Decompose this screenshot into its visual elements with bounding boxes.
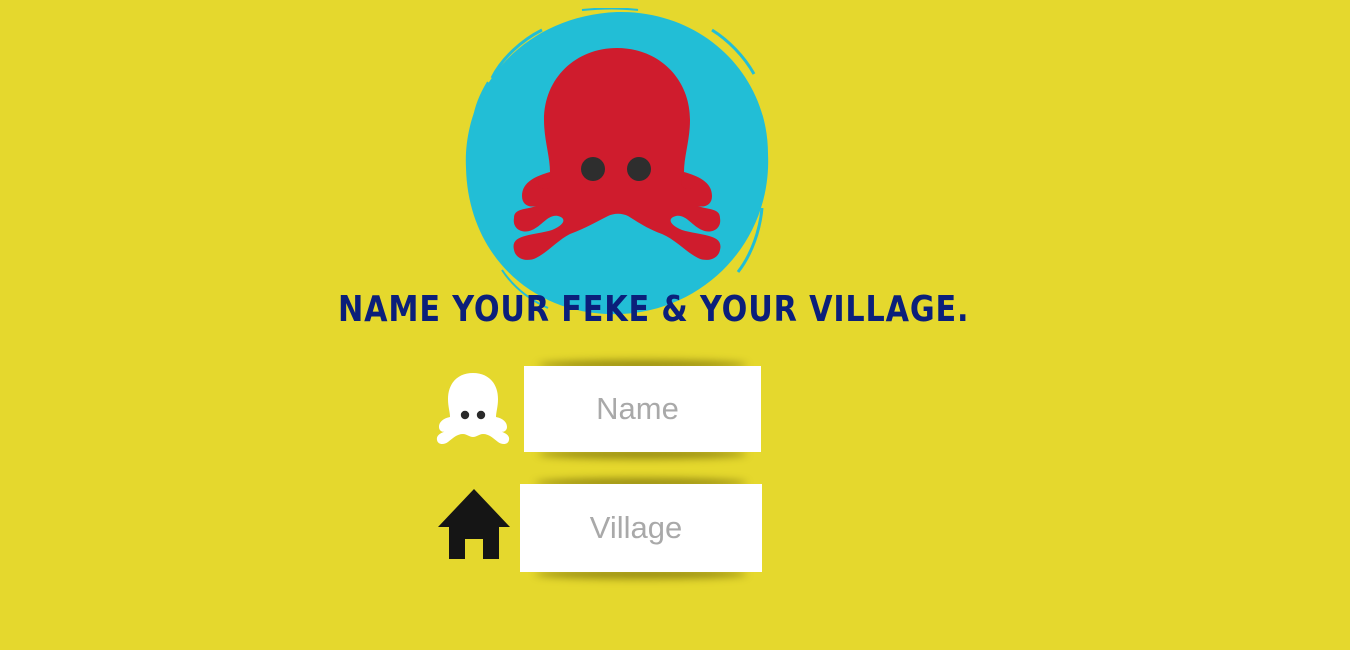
onboarding-screen: Name your Feke & your village. [0, 0, 1350, 650]
village-field-container [520, 484, 762, 572]
house-icon [438, 489, 510, 559]
page-title: Name your Feke & your village. [338, 289, 970, 330]
village-input[interactable] [520, 484, 762, 572]
name-input[interactable] [524, 366, 761, 452]
octopus-logo-icon [465, 8, 769, 315]
octopus-icon [436, 373, 510, 445]
name-field-container [524, 366, 761, 452]
